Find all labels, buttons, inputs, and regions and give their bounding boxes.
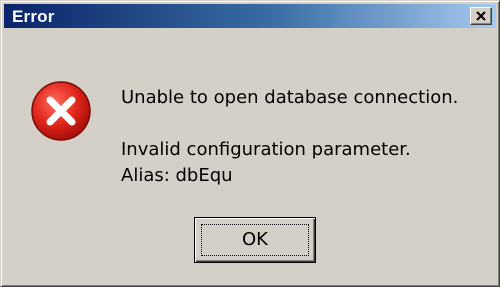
title-bar[interactable]: Error <box>4 4 496 28</box>
message-line-1: Unable to open database connection. <box>121 87 459 108</box>
ok-button[interactable]: OK <box>194 217 316 263</box>
ok-button-label: OK <box>242 229 268 250</box>
error-dialog: Error Unable to open database connection… <box>0 0 500 287</box>
dialog-title: Error <box>12 7 55 26</box>
close-icon <box>476 11 486 21</box>
close-button[interactable] <box>470 7 492 25</box>
message-line-2: Invalid configuration parameter. <box>121 139 411 160</box>
message-line-3: Alias: dbEqu <box>121 165 233 186</box>
error-icon <box>31 81 91 141</box>
